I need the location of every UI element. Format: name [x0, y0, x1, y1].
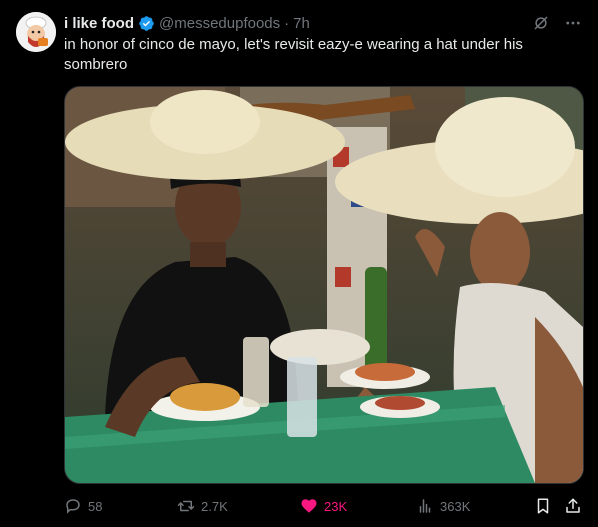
bookmark-button[interactable]	[534, 497, 552, 515]
bookmark-icon	[534, 497, 552, 515]
tweet-photo[interactable]	[64, 86, 584, 484]
reply-icon	[64, 497, 82, 515]
views-count: 363K	[440, 498, 471, 514]
share-icon	[564, 497, 582, 515]
handle[interactable]: @messedupfoods	[159, 15, 280, 32]
repost-button[interactable]: 2.7K	[177, 497, 228, 515]
separator-dot: ·	[284, 14, 290, 32]
avatar[interactable]	[16, 12, 56, 52]
timestamp[interactable]: 7h	[293, 15, 310, 32]
tweet-text: in honor of cinco de mayo, let's revisit…	[64, 36, 523, 73]
tweet-actions: 58 2.7K 23K 363K	[64, 494, 582, 518]
avatar-chef-icon	[16, 12, 56, 52]
verified-badge-icon	[138, 15, 155, 32]
share-button[interactable]	[564, 497, 582, 515]
heart-icon	[300, 497, 318, 515]
like-button[interactable]: 23K	[300, 497, 347, 515]
photo-image	[65, 87, 583, 483]
views-button[interactable]: 363K	[416, 497, 470, 515]
repost-icon	[177, 497, 195, 515]
repost-count: 2.7K	[201, 498, 228, 514]
tweet-header: i like food @messedupfoods · 7h	[64, 12, 582, 34]
like-count: 23K	[324, 498, 348, 514]
views-icon	[416, 497, 434, 515]
display-name[interactable]: i like food	[64, 15, 134, 32]
reply-button[interactable]: 58	[64, 497, 102, 515]
reply-count: 58	[88, 498, 103, 514]
more-icon[interactable]	[564, 14, 582, 32]
grok-icon[interactable]	[532, 14, 550, 32]
